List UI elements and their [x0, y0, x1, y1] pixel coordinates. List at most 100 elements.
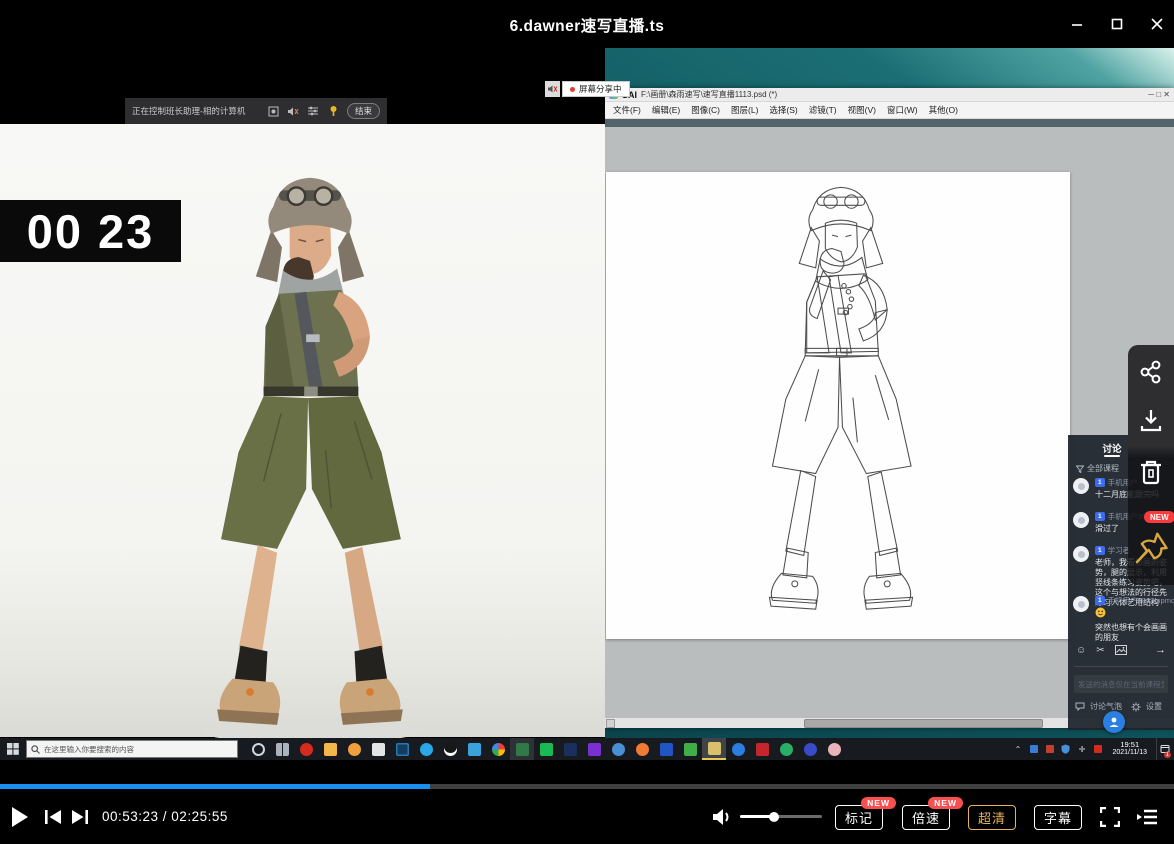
next-button[interactable]	[71, 809, 89, 825]
tray-app-icon[interactable]: ✛	[1076, 744, 1087, 755]
app-icon[interactable]	[510, 738, 534, 760]
notification-center-button[interactable]: 1	[1156, 738, 1172, 760]
settings-label[interactable]: 设置	[1146, 701, 1162, 712]
app-icon[interactable]	[462, 738, 486, 760]
recording-dot-icon	[570, 87, 575, 92]
volume-handle[interactable]	[769, 812, 779, 822]
sai-menu-layer[interactable]: 图层(L)	[731, 104, 758, 116]
previous-button[interactable]	[44, 809, 62, 825]
chat-input[interactable]	[1074, 675, 1168, 693]
quality-button[interactable]: 超清	[968, 805, 1016, 830]
new-badge: NEW	[928, 797, 963, 809]
fullscreen-button[interactable]	[1100, 807, 1120, 827]
app-icon[interactable]	[630, 738, 654, 760]
download-icon	[1138, 407, 1164, 433]
image-icon[interactable]	[1115, 645, 1127, 655]
sai-menu-window[interactable]: 窗口(W)	[887, 104, 918, 116]
app-icon[interactable]	[534, 738, 558, 760]
app-icon[interactable]	[342, 738, 366, 760]
sai-menu-others[interactable]: 其他(O)	[929, 104, 958, 116]
app-icon[interactable]	[558, 738, 582, 760]
app-icon[interactable]	[678, 738, 702, 760]
delete-button[interactable]	[1136, 457, 1166, 487]
sai-menu-view[interactable]: 视图(V)	[848, 104, 876, 116]
scissors-icon[interactable]: ✂	[1096, 645, 1104, 656]
share-button[interactable]	[1136, 359, 1166, 385]
tray-app-icon[interactable]	[1092, 744, 1103, 755]
emoji-icon[interactable]: ☺	[1076, 645, 1086, 656]
tray-app-icon[interactable]	[1044, 744, 1055, 755]
app-icon[interactable]	[750, 738, 774, 760]
cortana-icon[interactable]	[246, 738, 270, 760]
speed-button[interactable]: 倍速 NEW	[902, 805, 950, 830]
assistant-bubble[interactable]	[1103, 711, 1125, 733]
app-icon[interactable]	[798, 738, 822, 760]
pin-button[interactable]	[1134, 529, 1170, 576]
shield-icon[interactable]	[1060, 744, 1071, 755]
play-button[interactable]	[10, 806, 30, 828]
sai-taskbar-icon[interactable]	[702, 738, 726, 760]
screenshot-icon[interactable]	[267, 105, 280, 118]
taskview-icon[interactable]	[270, 738, 294, 760]
volume-button[interactable]	[712, 807, 734, 827]
chat-text: 突然也想有个会画画的朋友	[1095, 623, 1170, 643]
maximize-button[interactable]	[1100, 12, 1134, 36]
app-icon[interactable]	[294, 738, 318, 760]
bubble-toggle-label[interactable]: 讨论气泡	[1090, 701, 1122, 712]
bubble-icon	[1075, 702, 1085, 711]
chat-tab[interactable]: 讨论	[1092, 441, 1132, 455]
app-icon[interactable]	[414, 738, 438, 760]
remote-control-bar: 正在控制班长助理-相的计算机 结束	[125, 98, 387, 124]
sticker-row	[1095, 607, 1170, 621]
sai-window-controls[interactable]: ─ □ ✕	[1148, 90, 1170, 99]
close-button[interactable]	[1140, 12, 1174, 36]
chat-tab-underline	[1104, 455, 1120, 457]
sai-menu-edit[interactable]: 编辑(E)	[652, 104, 680, 116]
settings-lines-icon[interactable]	[307, 105, 320, 118]
chat-filter[interactable]: 全部课程	[1076, 463, 1119, 474]
tray-chevron-icon[interactable]: ⌃	[1012, 744, 1023, 755]
app-icon[interactable]	[390, 738, 414, 760]
muted-speaker-icon[interactable]	[545, 81, 560, 97]
volume-slider[interactable]	[740, 815, 822, 818]
subtitle-button[interactable]: 字幕	[1034, 805, 1082, 830]
sai-menu-image[interactable]: 图像(C)	[691, 104, 720, 116]
app-icon[interactable]	[822, 738, 846, 760]
sai-menu-file[interactable]: 文件(F)	[613, 104, 641, 116]
send-arrow-icon[interactable]: →	[1155, 644, 1166, 656]
wechat-icon[interactable]	[774, 738, 798, 760]
app-icon[interactable]	[606, 738, 630, 760]
new-badge: NEW	[1144, 511, 1174, 523]
mark-button[interactable]: 标记 NEW	[835, 805, 883, 830]
drawing-canvas[interactable]	[606, 172, 1070, 639]
video-frame[interactable]: SAI F:\画册\森雨速写\速写直播1113.psd (*) ─ □ ✕ 文件…	[0, 48, 1174, 762]
app-icon[interactable]	[366, 738, 390, 760]
end-control-button[interactable]: 结束	[347, 103, 380, 119]
app-icon[interactable]	[654, 738, 678, 760]
speaker-muted-icon[interactable]	[287, 105, 300, 118]
app-icon[interactable]	[318, 738, 342, 760]
sai-menu-select[interactable]: 选择(S)	[769, 104, 797, 116]
previous-icon	[44, 809, 62, 825]
mark-label: 标记	[845, 808, 873, 827]
minimize-button[interactable]	[1060, 12, 1094, 36]
avatar	[1073, 546, 1089, 562]
start-button[interactable]	[0, 738, 26, 760]
app-icon[interactable]	[438, 738, 462, 760]
search-input[interactable]	[44, 745, 224, 754]
app-icon[interactable]	[582, 738, 606, 760]
sai-menu-filter[interactable]: 滤镜(T)	[809, 104, 837, 116]
scroll-left-arrow[interactable]	[606, 719, 615, 728]
download-button[interactable]	[1136, 407, 1166, 433]
tray-app-icon[interactable]	[1028, 744, 1039, 755]
scrollbar-thumb[interactable]	[804, 719, 1043, 728]
window-title: 6.dawner速写直播.ts	[0, 14, 1174, 36]
chrome-icon[interactable]	[486, 738, 510, 760]
app-icon[interactable]	[726, 738, 750, 760]
taskbar-search[interactable]	[26, 740, 238, 758]
playlist-button[interactable]	[1136, 808, 1158, 826]
sunflower-key-icon[interactable]	[327, 105, 340, 118]
taskbar-clock[interactable]: 19:51 2021/11/13	[1108, 741, 1151, 758]
playlist-icon	[1136, 808, 1158, 826]
window-titlebar: 6.dawner速写直播.ts	[0, 0, 1174, 48]
